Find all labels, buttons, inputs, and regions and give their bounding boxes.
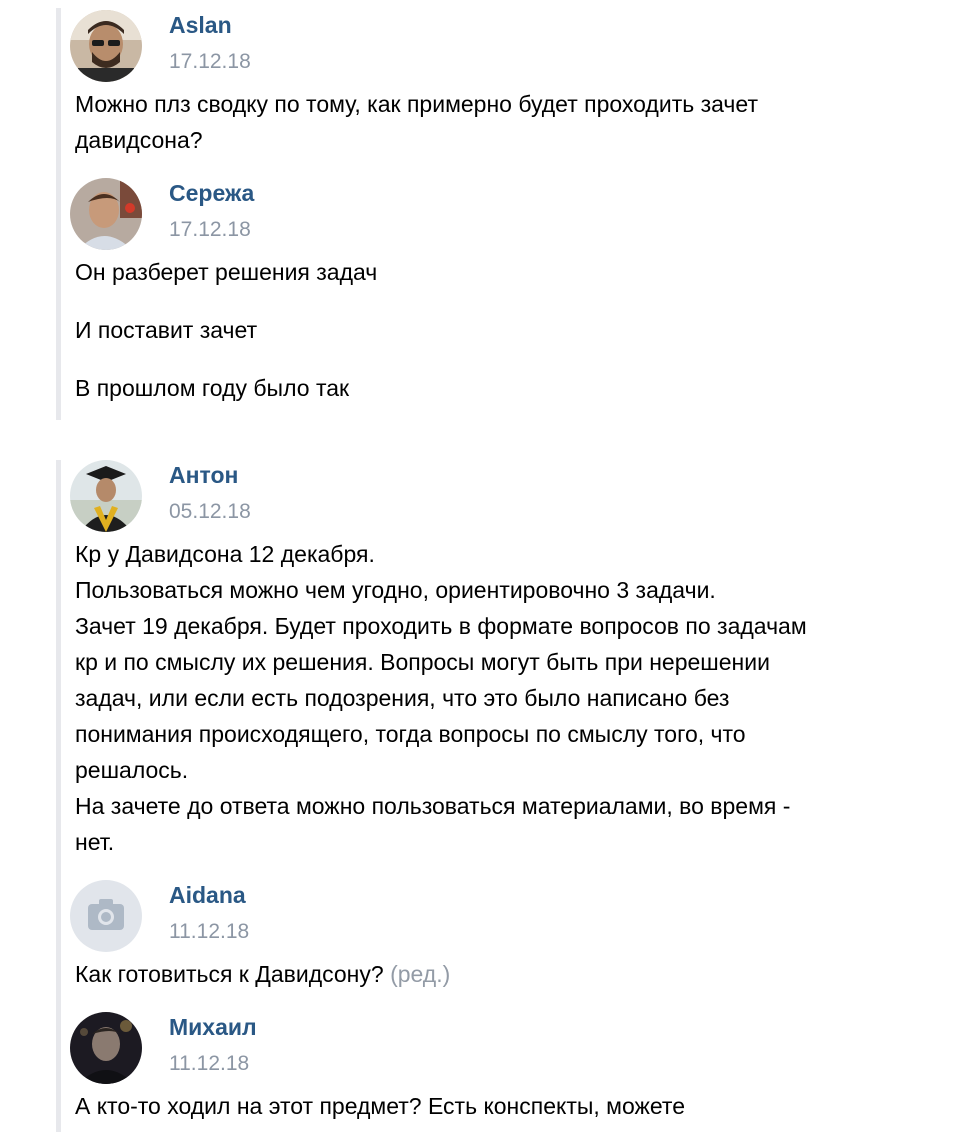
message-text-line: Пользоваться можно чем угодно, ориентиро… — [75, 577, 716, 603]
message-text: Как готовиться к Давидсону? — [75, 961, 384, 987]
message-text-line: Он разберет решения задач — [75, 259, 378, 285]
avatar[interactable] — [70, 10, 142, 82]
message-text-line: В прошлом году было так — [75, 375, 350, 401]
quote-bar — [56, 8, 61, 420]
message-text-line: На зачете до ответа можно пользоваться м… — [75, 793, 791, 819]
message-date[interactable]: 11.12.18 — [169, 920, 249, 944]
message-text-line: нет. — [75, 829, 115, 855]
message-text-line: А кто-то ходил на этот предмет? Есть кон… — [75, 1093, 685, 1119]
avatar[interactable] — [70, 178, 142, 250]
message-text-line: Можно плз сводку по тому, как примерно б… — [75, 91, 758, 117]
message-text-line: Кр у Давидсона 12 декабря. — [75, 541, 375, 567]
message-text-line: И поставит зачет — [75, 317, 258, 343]
avatar[interactable] — [70, 880, 142, 952]
edited-label: (ред.) — [390, 961, 451, 987]
message-text-line: задач, или если есть подозрения, что это… — [75, 685, 730, 711]
message-date[interactable]: 17.12.18 — [169, 218, 251, 242]
avatar[interactable] — [70, 460, 142, 532]
message-text-line: решалось. — [75, 757, 189, 783]
message-text-line: Как готовиться к Давидсону? (ред.) — [75, 956, 450, 992]
message-text-line: Зачет 19 декабря. Будет проходить в форм… — [75, 613, 807, 639]
author-name[interactable]: Aslan — [169, 12, 232, 39]
author-name[interactable]: Антон — [169, 462, 238, 489]
author-name[interactable]: Сережа — [169, 180, 254, 207]
message-text-line: понимания происходящего, тогда вопросы п… — [75, 721, 746, 747]
message-date[interactable]: 05.12.18 — [169, 500, 251, 524]
message-text-line: давидсона? — [75, 127, 203, 153]
message-text-line: кр и по смыслу их решения. Вопросы могут… — [75, 649, 770, 675]
quote-bar — [56, 460, 61, 1132]
author-name[interactable]: Михаил — [169, 1014, 257, 1041]
avatar[interactable] — [70, 1012, 142, 1084]
message-date[interactable]: 17.12.18 — [169, 50, 251, 74]
message-date[interactable]: 11.12.18 — [169, 1052, 249, 1076]
camera-icon — [70, 880, 142, 952]
author-name[interactable]: Aidana — [169, 882, 246, 909]
